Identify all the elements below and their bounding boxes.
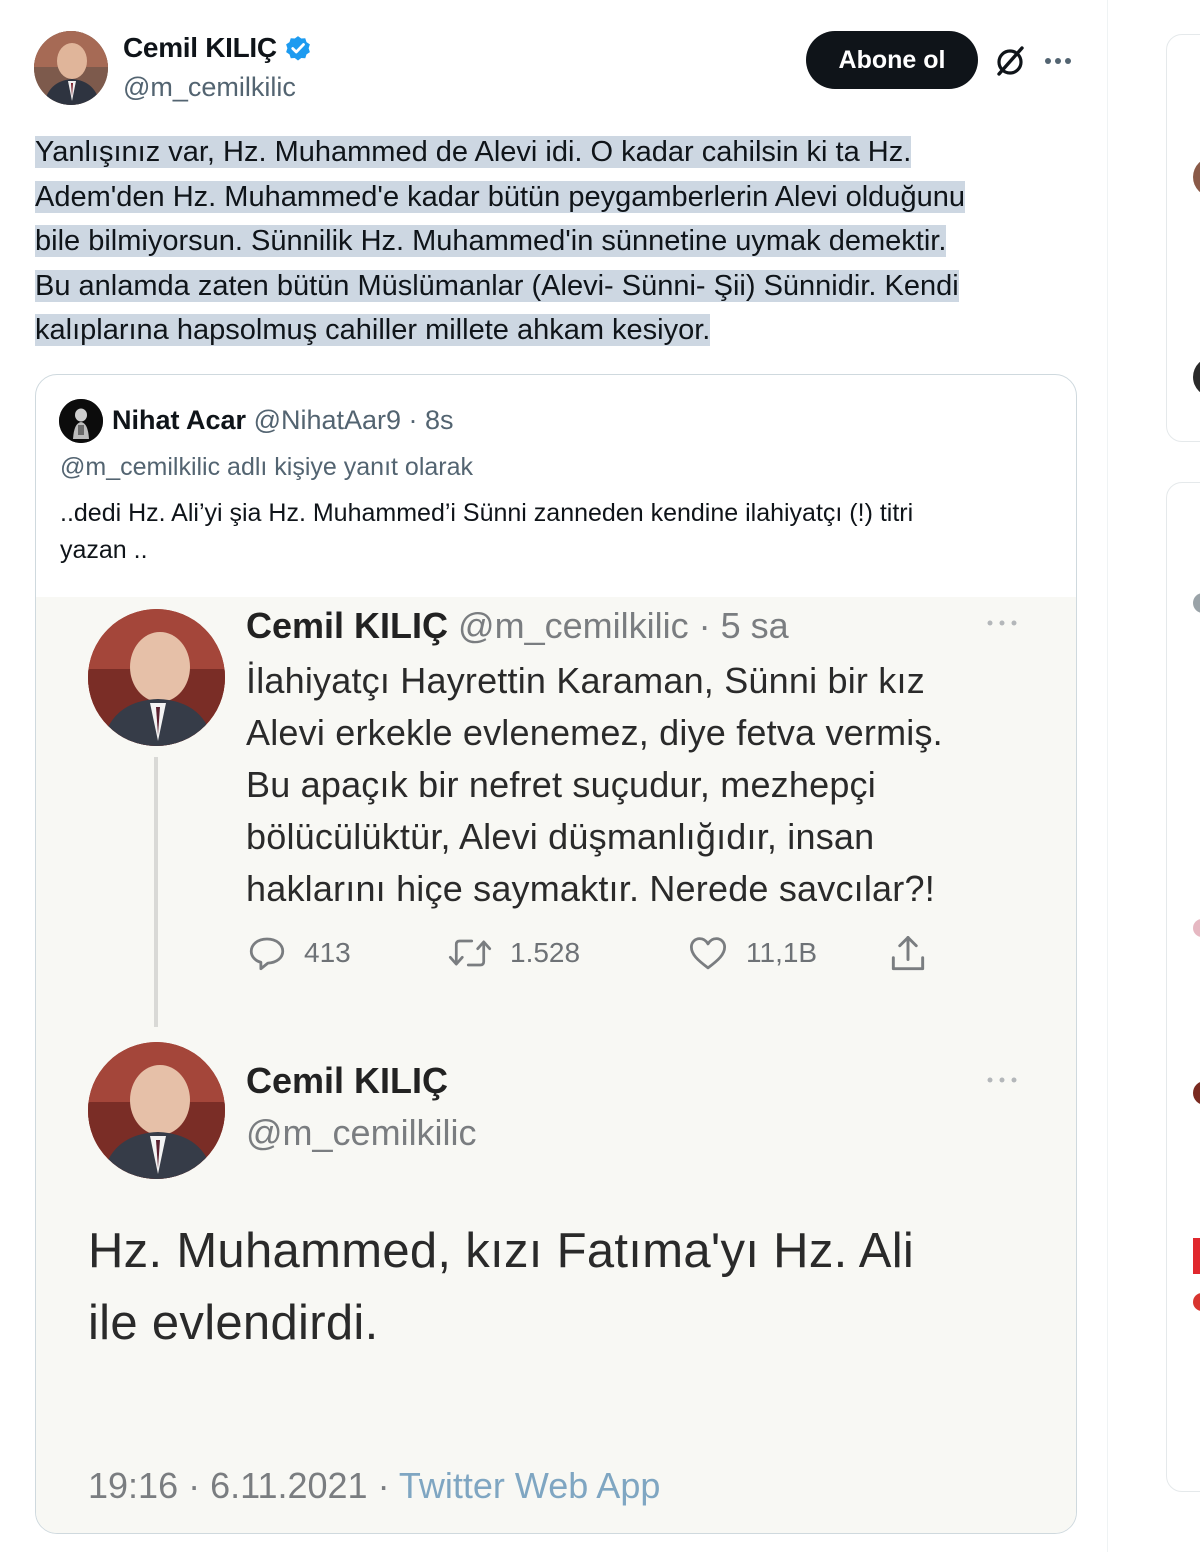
follow-button[interactable]: Abone ol: [806, 31, 978, 89]
embedded-text-line: haklarını hiçe saymaktır. Nerede savcıla…: [246, 868, 935, 909]
embedded-avatar: [88, 609, 225, 746]
embedded-retweet-action: 1.528: [446, 932, 580, 974]
embedded-avatar-photo: [88, 609, 225, 746]
embedded-timestamp: 19:16 · 6.11.2021 · Twitter Web App: [88, 1465, 660, 1507]
sidebar-trend-icon: [1193, 919, 1200, 937]
embedded-action-bar: 413 1.528 11,1B: [246, 932, 926, 982]
embedded-author-name: Cemil KILIÇ: [246, 605, 449, 646]
embedded-source: Twitter Web App: [398, 1465, 661, 1506]
embedded-avatar-second-photo: [88, 1042, 225, 1179]
thread-line: [154, 757, 158, 1027]
embedded-second-text-line: ile evlendirdi.: [88, 1296, 379, 1350]
embedded-share-action: [886, 932, 930, 976]
embedded-header: Cemil KILIÇ @m_cemilkilic · 5 sa: [246, 605, 789, 647]
embedded-text-line: bölücülüktür, Alevi düşmanlığıdır, insan: [246, 816, 875, 857]
quote-reply-context[interactable]: @m_cemilkilic adlı kişiye yanıt olarak: [60, 453, 473, 482]
author-name-row[interactable]: Cemil KILIÇ: [123, 32, 313, 64]
sidebar-trend-icon: [1193, 1293, 1200, 1311]
embedded-second-name: Cemil KILIÇ: [246, 1060, 449, 1101]
tweet-text-line: Adem'den Hz. Muhammed'e kadar bütün peyg…: [35, 180, 965, 213]
embedded-text-line: Alevi erkekle evlenemez, diye fetva verm…: [246, 712, 943, 753]
embedded-text-line: İlahiyatçı Hayrettin Karaman, Sünni bir …: [246, 660, 925, 701]
sidebar-card-top: [1166, 34, 1200, 442]
share-icon: [891, 936, 925, 971]
retweet-icon: [448, 939, 492, 967]
embedded-author-meta: @m_cemilkilic · 5 sa: [458, 605, 789, 646]
reply-icon: [249, 937, 285, 971]
embedded-avatar-second: [88, 1042, 225, 1179]
like-count: 11,1B: [746, 937, 818, 968]
quote-text-line: ..dedi Hz. Ali’yi şia Hz. Muhammed’i Sün…: [60, 499, 914, 527]
tweet-text-line: bile bilmiyorsun. Sünnilik Hz. Muhammed'…: [35, 225, 947, 257]
verified-badge-icon: [285, 36, 310, 61]
author-avatar[interactable]: [34, 31, 108, 105]
tweet-text-line: Yanlışınız var, Hz. Muhammed de Alevi id…: [35, 136, 912, 168]
retweet-count: 1.528: [510, 937, 581, 968]
embedded-like-action: 11,1B: [686, 932, 817, 974]
embedded-second-text: Hz. Muhammed, kızı Fatıma'yı Hz. Ali ile…: [88, 1215, 1048, 1359]
sidebar-trend-icon: [1193, 1081, 1200, 1105]
right-sidebar: [1109, 0, 1200, 1552]
embedded-time: 19:16 · 6.11.2021 ·: [88, 1465, 399, 1506]
quote-text: ..dedi Hz. Ali’yi şia Hz. Muhammed’i Sün…: [60, 495, 1050, 569]
embedded-text: İlahiyatçı Hayrettin Karaman, Sünni bir …: [246, 655, 1046, 915]
sidebar-avatar: [1193, 357, 1200, 397]
embedded-more-icon: [987, 620, 1017, 626]
embedded-second-text-line: Hz. Muhammed, kızı Fatıma'yı Hz. Ali: [88, 1224, 915, 1278]
embedded-text-line: Bu apaçık bir nefret suçudur, mezhepçi: [246, 764, 876, 805]
quote-author-meta: @NihatAar9 · 8s: [253, 405, 454, 435]
tweet-text-line: kalıplarına hapsolmuş cahiller millete a…: [35, 314, 711, 346]
like-icon: [689, 937, 727, 970]
quote-author-avatar[interactable]: [59, 399, 103, 443]
grok-icon[interactable]: [993, 44, 1027, 78]
sidebar-card-trends: [1166, 482, 1200, 1492]
sidebar-avatar: [1193, 157, 1200, 197]
main-column: Cemil KILIÇ @m_cemilkilic Abone ol Yanlı…: [0, 0, 1108, 1552]
author-name[interactable]: Cemil KILIÇ: [123, 32, 277, 64]
more-icon[interactable]: [1040, 48, 1076, 74]
reply-count: 413: [304, 937, 351, 968]
tweet-text: Yanlışınız var, Hz. Muhammed de Alevi id…: [35, 130, 1085, 353]
tweet-text-line: Bu anlamda zaten bütün Müslümanlar (Alev…: [35, 269, 959, 302]
embedded-second-handle: @m_cemilkilic: [246, 1112, 477, 1153]
embedded-second-more-icon: [987, 1077, 1017, 1083]
sidebar-trend-icon: [1193, 593, 1200, 613]
embedded-reply-action: 413: [246, 932, 351, 974]
author-avatar-photo: [34, 31, 108, 105]
sidebar-trend-icon: [1193, 1238, 1200, 1274]
author-handle[interactable]: @m_cemilkilic: [123, 72, 296, 103]
quote-header: Nihat Acar @NihatAar9 · 8s: [112, 405, 454, 436]
quote-media-image[interactable]: Cemil KILIÇ @m_cemilkilic · 5 sa İlahiya…: [36, 597, 1076, 1533]
quote-author-name[interactable]: Nihat Acar: [112, 405, 246, 435]
quote-author-avatar-photo: [59, 399, 103, 443]
quote-tweet-card[interactable]: Nihat Acar @NihatAar9 · 8s @m_cemilkilic…: [35, 374, 1077, 1534]
quote-text-line: yazan ..: [60, 536, 148, 564]
